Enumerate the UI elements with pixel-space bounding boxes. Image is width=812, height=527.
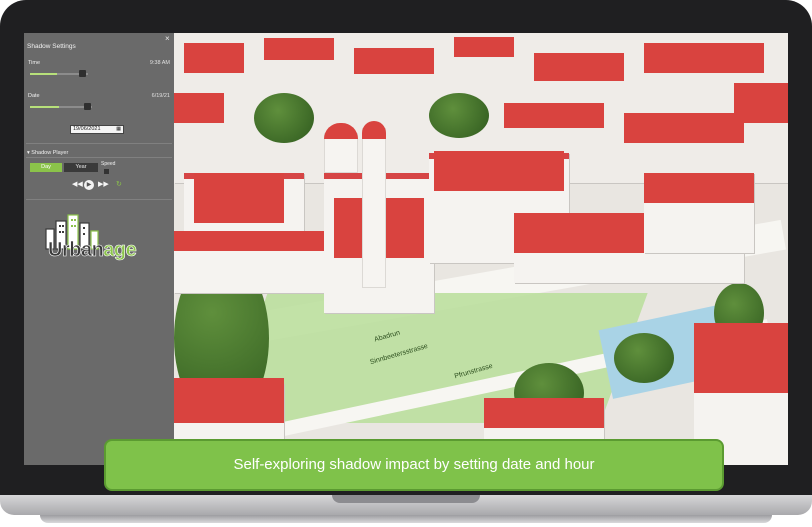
building-roof: [184, 43, 244, 73]
day-toggle-button[interactable]: Day: [30, 163, 62, 172]
laptop-notch: [332, 495, 480, 503]
shadow-settings-panel: × Shadow Settings Time 9:38 AM Date 6/19…: [24, 33, 174, 465]
date-label: Date: [28, 93, 40, 99]
speed-label: Speed: [101, 161, 116, 167]
building-roof: [644, 43, 764, 73]
building-roof: [174, 93, 224, 123]
city-3d-map[interactable]: Abadrun Sinnbeetersstrasse Pfrunstrasse: [174, 33, 788, 465]
logo-age-text: age: [103, 239, 137, 262]
chapel-tower: [324, 133, 358, 173]
time-slider-fill: [30, 73, 57, 75]
church-tower: [362, 128, 386, 288]
date-value: 6/19/21: [151, 93, 170, 99]
building-roof: [484, 398, 604, 428]
building-roof: [504, 103, 604, 128]
building-roof: [624, 113, 744, 143]
building-roof: [694, 323, 788, 393]
panel-divider: [26, 143, 172, 144]
building-roof: [174, 231, 324, 251]
date-picker-input[interactable]: 19/06/2021 ▦: [70, 125, 124, 134]
building-roof: [434, 151, 564, 191]
laptop-screen: × Shadow Settings Time 9:38 AM Date 6/19…: [24, 33, 788, 465]
time-slider-handle[interactable]: [79, 70, 87, 77]
panel-title: Shadow Settings: [27, 43, 76, 50]
tower-roof: [362, 121, 386, 139]
building-roof: [734, 83, 788, 123]
shadow-player-label: Shadow Player: [31, 150, 69, 156]
panel-divider: [26, 157, 172, 158]
building-roof: [644, 173, 754, 203]
building-roof: [354, 48, 434, 74]
caption-banner: Self-exploring shadow impact by setting …: [104, 439, 724, 491]
panel-divider: [26, 199, 172, 200]
tree: [254, 93, 314, 143]
logo-wordmark: Urbanage: [48, 239, 137, 262]
tree: [429, 93, 489, 138]
time-value: 9:38 AM: [149, 60, 170, 66]
close-icon[interactable]: ×: [165, 34, 170, 43]
shadow-player-title[interactable]: ▾ Shadow Player: [27, 150, 68, 156]
calendar-icon[interactable]: ▦: [116, 126, 121, 133]
building-roof: [534, 53, 624, 81]
laptop-foot: [40, 515, 772, 523]
building-roof: [264, 38, 334, 60]
repeat-icon[interactable]: ↻: [116, 180, 122, 189]
tree: [614, 333, 674, 383]
fast-forward-icon[interactable]: ▶▶: [98, 180, 109, 189]
time-label: Time: [28, 60, 41, 66]
date-slider-fill: [30, 106, 59, 108]
date-input-value: 19/06/2021: [73, 126, 101, 132]
building-roof: [194, 173, 284, 223]
urbanage-logo: Urbanage: [36, 211, 162, 267]
rewind-icon[interactable]: ◀◀: [72, 180, 83, 189]
logo-urban-text: Urban: [48, 239, 104, 262]
building-roof: [174, 378, 284, 423]
speed-control[interactable]: [104, 169, 109, 174]
date-slider-handle[interactable]: [84, 103, 92, 110]
building-roof: [454, 37, 514, 57]
play-icon[interactable]: ▶: [84, 180, 94, 190]
year-toggle-button[interactable]: Year: [64, 163, 98, 172]
